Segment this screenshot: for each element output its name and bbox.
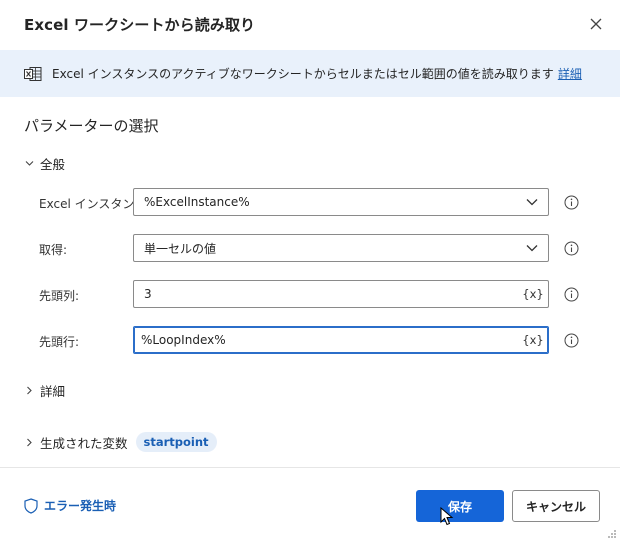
save-button[interactable]: 保存 [416, 490, 504, 522]
variables-group-toggle[interactable]: 生成された変数 startpoint [24, 432, 217, 452]
parameters-section-title: パラメーターの選択 [24, 117, 159, 135]
start-column-label: 先頭列: [39, 289, 80, 303]
advanced-group-label: 詳細 [40, 384, 66, 399]
info-icon[interactable] [564, 241, 579, 256]
dialog-title: Excel ワークシートから読み取り [24, 16, 256, 34]
variables-group-label: 生成された変数 [40, 435, 128, 451]
info-banner: Excel インスタンスのアクティブなワークシートからセルまたはセル範囲の値を読… [0, 50, 620, 97]
chevron-down-icon [24, 159, 34, 169]
start-row-value: %LoopIndex% [141, 333, 226, 347]
info-icon[interactable] [564, 195, 579, 210]
start-column-value: 3 [144, 287, 152, 301]
start-row-input[interactable]: %LoopIndex% {x} [133, 326, 549, 354]
on-error-label: エラー発生時 [44, 499, 117, 513]
start-column-input[interactable]: 3 {x} [133, 280, 549, 308]
chevron-down-icon [516, 235, 548, 261]
chevron-right-icon [24, 386, 34, 396]
excel-icon [24, 66, 42, 81]
retrieve-dropdown[interactable]: 単一セルの値 [133, 234, 549, 262]
cancel-button[interactable]: キャンセル [512, 490, 600, 522]
resize-grip-icon[interactable] [607, 529, 617, 539]
variable-picker-button[interactable]: {x} [520, 333, 546, 347]
close-button[interactable] [583, 11, 609, 37]
learn-more-link[interactable]: 詳細 [558, 65, 582, 82]
retrieve-label: 取得: [39, 243, 68, 257]
close-icon [590, 18, 602, 30]
variable-badge[interactable]: startpoint [135, 432, 217, 452]
variable-picker-button[interactable]: {x} [520, 287, 546, 301]
excel-instance-dropdown[interactable]: %ExcelInstance% [133, 188, 549, 216]
general-group-label: 全般 [40, 157, 66, 172]
read-from-excel-dialog: Excel ワークシートから読み取り Excel インスタンスのアクティブなワー… [0, 0, 620, 542]
footer-divider [0, 467, 620, 468]
banner-description: Excel インスタンスのアクティブなワークシートからセルまたはセル範囲の値を読… [52, 67, 554, 81]
general-group-toggle[interactable]: 全般 [24, 154, 65, 173]
info-icon[interactable] [564, 287, 579, 302]
advanced-group-toggle[interactable]: 詳細 [24, 381, 65, 400]
retrieve-value: 単一セルの値 [144, 241, 217, 256]
chevron-right-icon [24, 437, 34, 447]
shield-icon [24, 497, 38, 514]
on-error-button[interactable]: エラー発生時 [24, 497, 116, 514]
chevron-down-icon [516, 189, 548, 215]
excel-instance-value: %ExcelInstance% [144, 195, 250, 209]
start-row-label: 先頭行: [39, 335, 80, 349]
info-icon[interactable] [564, 333, 579, 348]
